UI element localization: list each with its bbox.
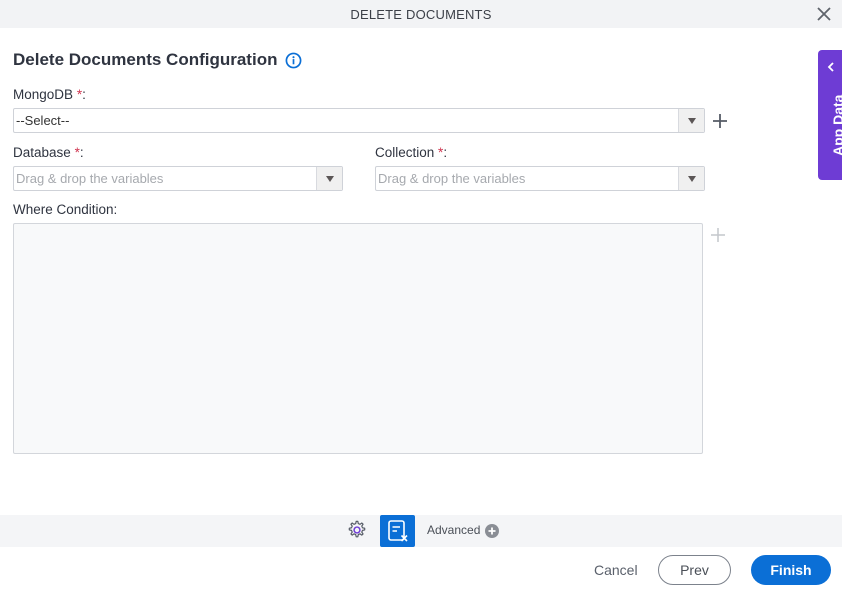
- where-condition-label: Where Condition:: [13, 202, 118, 217]
- app-data-label: App Data: [830, 94, 842, 156]
- bottom-toolbar: [0, 515, 842, 547]
- dialog-title: DELETE DOCUMENTS: [350, 7, 492, 22]
- collection-input[interactable]: Drag & drop the variables: [375, 166, 705, 191]
- database-input[interactable]: Drag & drop the variables: [13, 166, 343, 191]
- add-condition-button[interactable]: [710, 227, 726, 243]
- mongodb-select[interactable]: --Select--: [13, 108, 705, 133]
- dropdown-arrow-icon[interactable]: [678, 109, 704, 132]
- label-suffix: :: [443, 145, 448, 160]
- dropdown-arrow-icon[interactable]: [316, 167, 342, 190]
- cancel-button[interactable]: Cancel: [594, 562, 638, 578]
- collection-placeholder: Drag & drop the variables: [378, 171, 526, 186]
- close-icon[interactable]: [816, 6, 832, 22]
- gear-icon[interactable]: [346, 519, 368, 541]
- prev-button[interactable]: Prev: [658, 555, 731, 585]
- clear-form-button[interactable]: [380, 515, 415, 547]
- advanced-toggle[interactable]: Advanced: [427, 523, 480, 537]
- database-placeholder: Drag & drop the variables: [16, 171, 164, 186]
- label-suffix: :: [79, 145, 84, 160]
- database-label-text: Database: [13, 145, 71, 160]
- database-label: Database *:: [13, 145, 84, 160]
- dialog-titlebar: DELETE DOCUMENTS: [0, 0, 842, 28]
- info-icon[interactable]: [285, 52, 302, 69]
- dropdown-arrow-icon[interactable]: [678, 167, 704, 190]
- where-condition-textarea[interactable]: [13, 223, 703, 454]
- mongodb-label-text: MongoDB: [13, 87, 74, 102]
- page-title: Delete Documents Configuration: [13, 50, 278, 69]
- app-data-panel-toggle[interactable]: App Data: [818, 50, 842, 180]
- mongodb-select-value: --Select--: [16, 113, 70, 128]
- add-mongodb-connection-button[interactable]: [712, 113, 728, 129]
- collection-label-text: Collection: [375, 145, 435, 160]
- plus-circle-icon[interactable]: [485, 524, 499, 538]
- collection-label: Collection *:: [375, 145, 447, 160]
- form-clear-icon: [387, 520, 408, 542]
- chevron-left-icon: [827, 62, 834, 72]
- mongodb-label: MongoDB *:: [13, 87, 86, 102]
- label-suffix: :: [82, 87, 86, 102]
- finish-button[interactable]: Finish: [751, 555, 831, 585]
